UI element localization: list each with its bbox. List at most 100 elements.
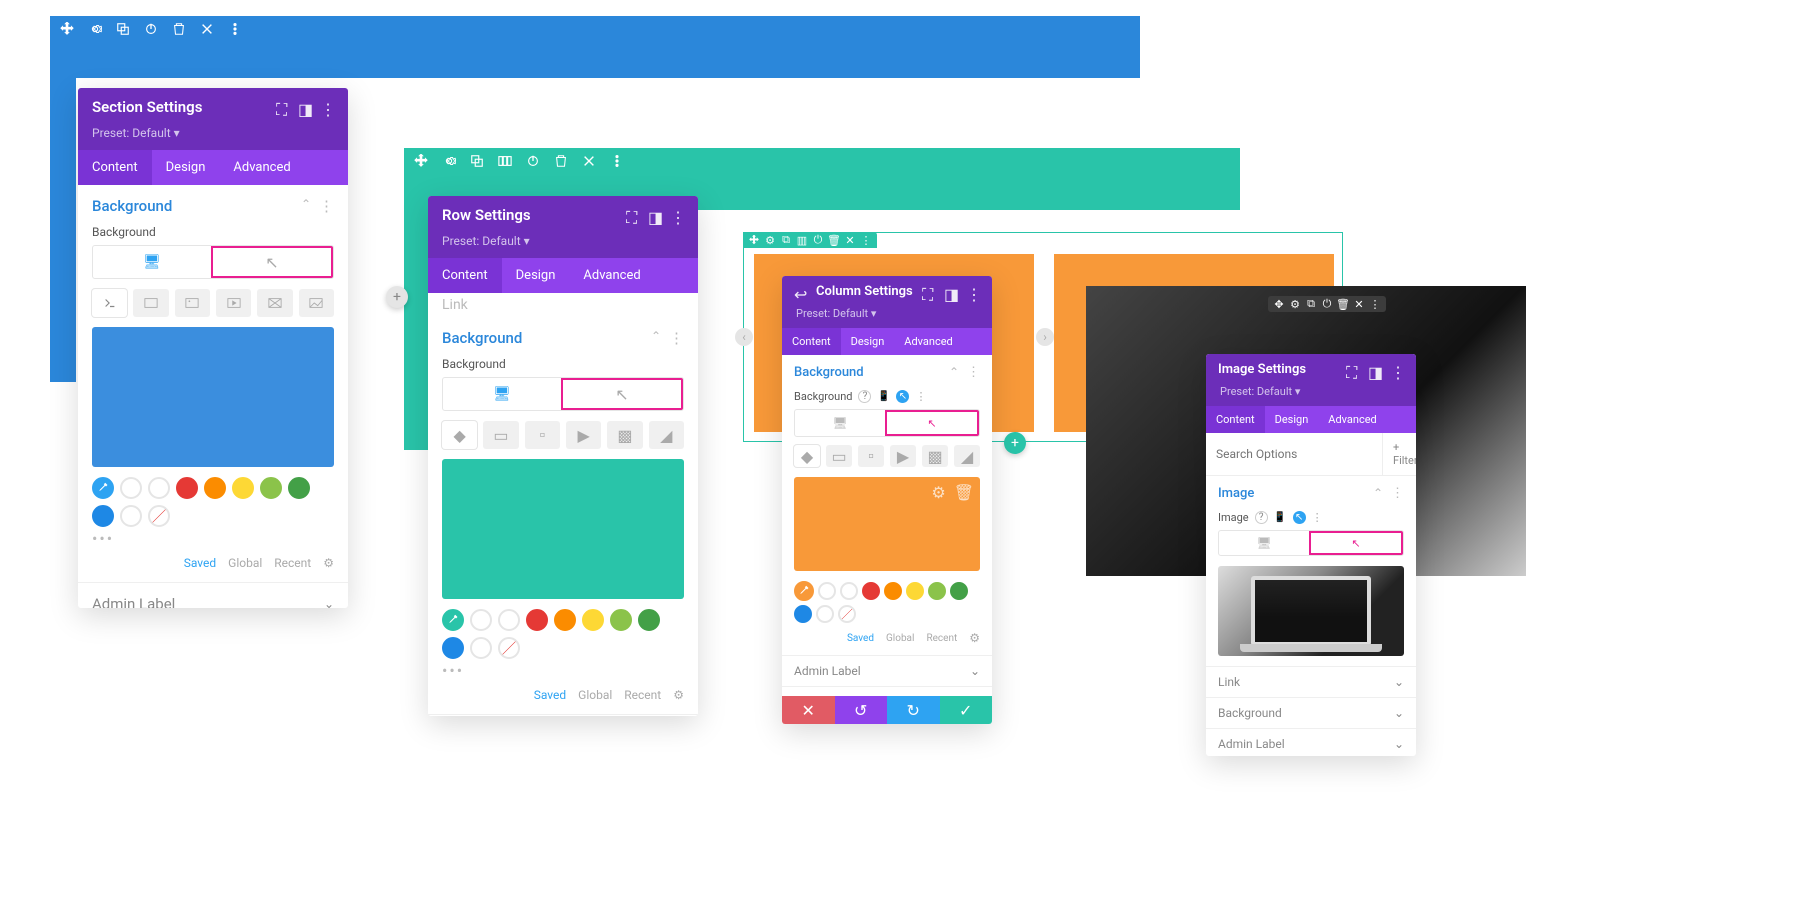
more-swatches[interactable]: ••• (92, 529, 334, 548)
hover-toggle[interactable]: ↖ (561, 378, 683, 410)
snap-icon[interactable]: ◨ (944, 285, 958, 299)
more-icon[interactable]: ⋮ (669, 329, 684, 347)
swatch[interactable] (906, 582, 924, 600)
tab-advanced[interactable]: Advanced (1318, 406, 1386, 433)
tab-advanced[interactable]: Advanced (894, 328, 962, 355)
more-icon[interactable]: ⋮ (915, 390, 926, 403)
bg-pattern-tab[interactable] (257, 289, 292, 317)
gear-icon[interactable]: ⚙ (969, 631, 980, 645)
saved-link[interactable]: Saved (184, 556, 216, 570)
background-header[interactable]: Background ⌃⋮ (92, 197, 334, 215)
duplicate-icon[interactable]: ⧉ (1306, 299, 1316, 309)
global-link[interactable]: Global (886, 633, 914, 644)
more-icon[interactable]: ⋮ (320, 100, 334, 114)
expand-icon[interactable]: ⛶ (276, 100, 290, 114)
bg-color-tab[interactable]: ◆ (794, 445, 820, 467)
more-icon[interactable]: ⋮ (670, 208, 684, 222)
chevron-up-icon[interactable]: ⌃ (949, 365, 959, 380)
trash-icon[interactable]: 🗑 (954, 483, 974, 502)
close-icon[interactable] (200, 22, 214, 36)
help-icon[interactable]: ? (1255, 511, 1268, 524)
close-icon[interactable]: ✕ (1354, 299, 1364, 309)
swatch[interactable] (816, 605, 834, 623)
column-insert-left[interactable]: ‹ (735, 328, 753, 346)
bg-mask-tab[interactable]: ◢ (649, 421, 684, 449)
link-section[interactable]: Link⌄ (1206, 667, 1416, 698)
more-icon[interactable]: ⋮ (1390, 363, 1404, 377)
filter-button[interactable]: + Filter (1382, 433, 1416, 475)
swatch[interactable] (818, 582, 836, 600)
bg-pattern-tab[interactable]: ▩ (922, 445, 948, 467)
tab-design[interactable]: Design (502, 258, 570, 293)
swatch[interactable] (950, 582, 968, 600)
swatch[interactable] (176, 477, 198, 499)
bg-mask-tab[interactable] (299, 289, 334, 317)
back-icon[interactable]: ↩ (794, 285, 808, 299)
gear-icon[interactable]: ⚙ (1290, 299, 1300, 309)
add-row-button[interactable]: + (1004, 432, 1026, 454)
swatch[interactable] (610, 609, 632, 631)
add-section-button[interactable]: + (386, 286, 408, 308)
gear-icon[interactable]: ⚙ (765, 235, 775, 245)
modal-header[interactable]: Row Settings ⛶ ◨ ⋮ (428, 196, 698, 234)
eyedropper-button[interactable] (92, 477, 114, 499)
preset-label[interactable]: Preset: Default ▾ (1206, 385, 1416, 406)
tab-content[interactable]: Content (782, 328, 841, 355)
swatch[interactable] (442, 637, 464, 659)
close-icon[interactable]: ✕ (845, 235, 855, 245)
gear-icon[interactable]: ⚙ (931, 483, 945, 502)
swatch-none[interactable] (838, 605, 856, 623)
columns-icon[interactable] (498, 154, 512, 168)
tab-advanced[interactable]: Advanced (219, 150, 304, 185)
background-header[interactable]: Background ⌃⋮ (442, 329, 684, 347)
preset-label[interactable]: Preset: Default ▾ (782, 307, 992, 328)
image-header[interactable]: Image ⌃⋮ (1218, 486, 1404, 501)
swatch[interactable] (260, 477, 282, 499)
tab-content[interactable]: Content (1206, 406, 1265, 433)
duplicate-icon[interactable]: ⧉ (781, 235, 791, 245)
admin-label-section[interactable]: Admin Label⌄ (78, 583, 348, 608)
swatch[interactable] (840, 582, 858, 600)
trash-icon[interactable]: 🗑 (829, 235, 839, 245)
bg-color-tab[interactable] (92, 289, 127, 317)
swatch-none[interactable] (148, 505, 170, 527)
columns-icon[interactable]: ▥ (797, 235, 807, 245)
desktop-toggle[interactable]: 🖥 (1219, 531, 1309, 555)
tab-design[interactable]: Design (1265, 406, 1319, 433)
bg-color-tab[interactable]: ◆ (442, 421, 477, 449)
modal-header[interactable]: Section Settings ⛶ ◨ ⋮ (78, 88, 348, 126)
bg-image-tab[interactable]: ▫ (858, 445, 884, 467)
swatch[interactable] (498, 609, 520, 631)
gear-icon[interactable]: ⚙ (673, 688, 684, 702)
power-icon[interactable]: ⏻ (1322, 299, 1332, 309)
move-icon[interactable] (749, 235, 759, 245)
more-icon[interactable] (228, 22, 242, 36)
background-header[interactable]: Background ⌃⋮ (794, 365, 980, 380)
global-link[interactable]: Global (228, 556, 262, 570)
bg-gradient-tab[interactable] (133, 289, 168, 317)
swatch[interactable] (288, 477, 310, 499)
desktop-toggle[interactable]: 🖥 (443, 378, 561, 410)
save-button[interactable]: ✓ (940, 696, 993, 724)
cancel-button[interactable]: ✕ (782, 696, 835, 724)
power-icon[interactable]: ⏻ (813, 235, 823, 245)
chevron-up-icon[interactable]: ⌃ (1373, 486, 1383, 501)
expand-icon[interactable]: ⛶ (1346, 363, 1360, 377)
tab-design[interactable]: Design (841, 328, 895, 355)
trash-icon[interactable]: 🗑 (1338, 299, 1348, 309)
search-input[interactable] (1206, 433, 1382, 475)
redo-button[interactable]: ↻ (887, 696, 940, 724)
color-preview[interactable]: ⚙🗑 (794, 477, 980, 571)
more-icon[interactable]: ⋮ (861, 235, 871, 245)
bg-video-tab[interactable]: ▶ (566, 421, 601, 449)
swatch[interactable] (582, 609, 604, 631)
admin-label-section[interactable]: Admin Label⌄ (782, 656, 992, 687)
modal-header[interactable]: Image Settings ⛶ ◨ ⋮ (1206, 354, 1416, 385)
more-icon[interactable]: ⋮ (1391, 486, 1404, 501)
swatch[interactable] (120, 477, 142, 499)
more-icon[interactable]: ⋮ (319, 197, 334, 215)
more-swatches[interactable]: ••• (442, 661, 684, 680)
swatch[interactable] (92, 505, 114, 527)
undo-button[interactable]: ↺ (835, 696, 888, 724)
swatch[interactable] (148, 477, 170, 499)
